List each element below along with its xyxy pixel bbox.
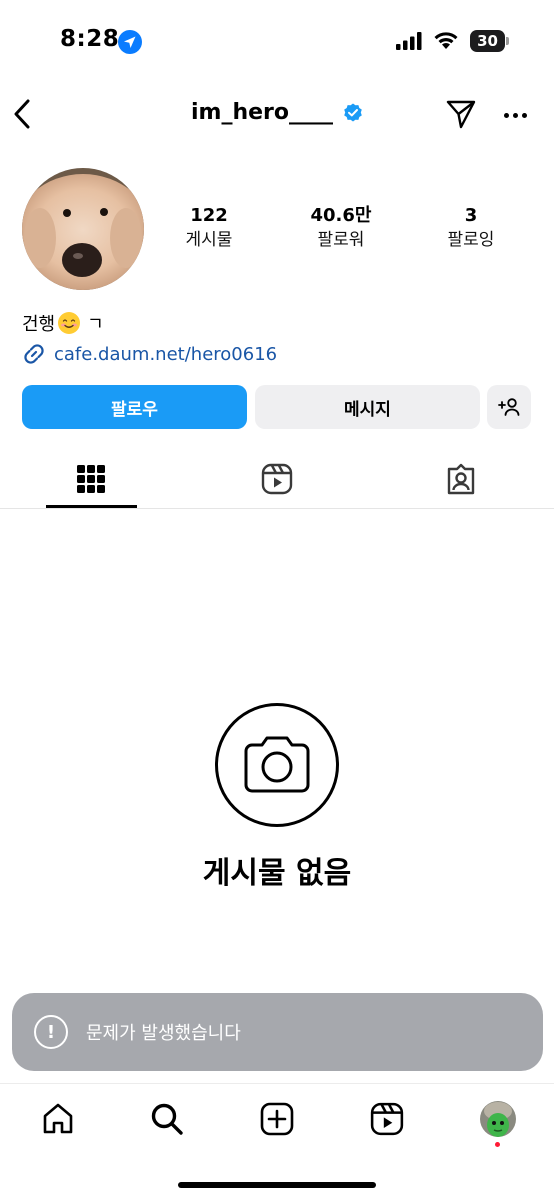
notification-dot: [495, 1142, 500, 1147]
reels-icon: [261, 463, 293, 495]
link-icon: [24, 344, 44, 364]
add-person-icon: [498, 398, 520, 416]
reels-icon: [370, 1102, 404, 1136]
nav-reels[interactable]: [367, 1099, 407, 1139]
tagged-icon: [447, 463, 475, 495]
more-button[interactable]: [500, 100, 530, 130]
tab-tagged[interactable]: [416, 450, 506, 508]
home-indicator[interactable]: [178, 1182, 376, 1188]
create-icon: [260, 1102, 294, 1136]
send-button[interactable]: [445, 98, 477, 130]
empty-state-title: 게시물 없음: [202, 856, 352, 891]
location-arrow-icon: [118, 30, 142, 54]
home-icon: [43, 1103, 73, 1134]
posts-count: 122: [190, 205, 228, 226]
search-icon: [151, 1103, 183, 1135]
send-icon: [446, 100, 476, 129]
status-bar: 8:28 30: [0, 0, 554, 80]
tab-grid[interactable]: [46, 450, 136, 508]
error-toast[interactable]: ! 문제가 발생했습니다: [12, 993, 543, 1071]
alert-icon: !: [34, 1015, 68, 1049]
nav-create[interactable]: [257, 1099, 297, 1139]
nav-profile-avatar[interactable]: [480, 1101, 516, 1137]
posts-stat[interactable]: 122 게시물: [149, 204, 269, 252]
following-label: 팔로잉: [447, 230, 495, 250]
bio-suffix: ㄱ: [87, 314, 104, 335]
following-stat[interactable]: 3 팔로잉: [411, 204, 531, 252]
verified-badge-icon: [344, 103, 362, 121]
posts-label: 게시물: [185, 230, 233, 250]
suggest-people-button[interactable]: [487, 385, 531, 429]
toast-message: 문제가 발생했습니다: [86, 1023, 241, 1044]
signal-icon: [396, 32, 422, 50]
username: im_hero____: [190, 100, 333, 125]
message-button[interactable]: 메시지: [255, 385, 480, 429]
smile-emoji-icon: [58, 312, 81, 334]
grid-icon: [77, 465, 105, 493]
empty-state-icon-circle: [215, 703, 339, 827]
battery-level: 30: [477, 32, 498, 50]
battery-tip: [506, 37, 509, 45]
profile-tabs: [0, 450, 554, 509]
tab-reels[interactable]: [232, 450, 322, 508]
profile-link[interactable]: cafe.daum.net/hero0616: [22, 342, 277, 366]
follow-button[interactable]: 팔로우: [22, 385, 247, 429]
battery-icon: 30: [470, 30, 510, 52]
profile-header: im_hero____: [0, 90, 554, 140]
followers-count: 40.6만: [310, 205, 372, 226]
following-count: 3: [464, 205, 478, 226]
profile-avatar[interactable]: [22, 168, 144, 290]
nav-home[interactable]: [38, 1099, 78, 1139]
more-icon: [503, 112, 527, 118]
dog-photo: [22, 168, 144, 290]
followers-stat[interactable]: 40.6만 팔로워: [281, 204, 401, 252]
link-text[interactable]: cafe.daum.net/hero0616: [54, 344, 277, 365]
wifi-icon: [434, 32, 458, 49]
status-time: 8:28: [60, 26, 120, 52]
bio: 건행 ㄱ: [22, 310, 104, 336]
followers-label: 팔로워: [317, 230, 365, 250]
bio-text: 건행: [22, 314, 56, 335]
active-tab-indicator: [46, 505, 137, 508]
nav-search[interactable]: [147, 1099, 187, 1139]
camera-icon: [244, 736, 310, 793]
profile-avatar-image: [480, 1101, 516, 1137]
